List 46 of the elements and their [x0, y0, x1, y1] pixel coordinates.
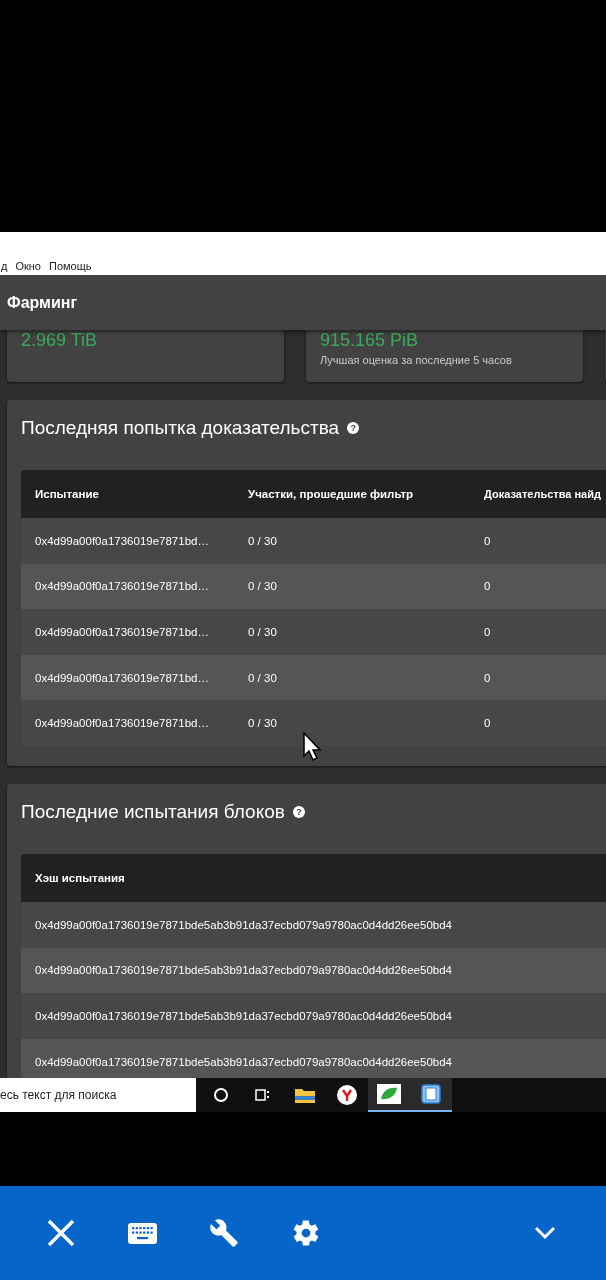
help-icon[interactable]: ?	[292, 805, 305, 818]
leaf-icon[interactable]	[377, 1084, 401, 1104]
table-cell-text: 0	[483, 717, 491, 730]
table-cell-text: 0x4d99a00f0a1736019e7871bde5ab3b91da37ecbd079a9780ac0d4dd26ee50bd4	[34, 964, 452, 977]
menu-item[interactable]: Помощь	[49, 260, 92, 272]
close-icon[interactable]	[46, 1218, 76, 1248]
page-title: Фарминг	[7, 293, 78, 312]
panel-title: Последняя попытка доказательства	[21, 417, 340, 439]
table-cell-text: 0x4d99a00f0a1736019e7871bd…	[34, 671, 210, 684]
column-header: Хэш испытания	[34, 871, 125, 884]
panel-title: Последние испытания блоков	[21, 800, 285, 823]
menu-item[interactable]: д	[1, 260, 8, 272]
table-cell-text: 0 / 30	[247, 671, 278, 684]
wrench-icon[interactable]	[209, 1218, 239, 1248]
table-cell-text: 0x4d99a00f0a1736019e7871bde5ab3b91da37ecbd079a9780ac0d4dd26ee50bd4	[34, 1009, 452, 1022]
table-cell-text: 0 / 30	[247, 626, 278, 638]
table-cell-text: 0 / 30	[247, 534, 278, 547]
mouse-pointer-icon	[303, 732, 323, 762]
task-view-icon[interactable]	[255, 1088, 271, 1102]
table-cell-text: 0x4d99a00f0a1736019e7871bd…	[34, 534, 210, 547]
table-cell-text: 0x4d99a00f0a1736019e7871bd…	[34, 717, 210, 730]
stat-value: 2.969 TiB	[21, 330, 99, 350]
table-cell-text: 0x4d99a00f0a1736019e7871bd…	[34, 580, 210, 593]
keyboard-icon[interactable]	[128, 1222, 157, 1244]
chevron-down-icon[interactable]	[534, 1226, 556, 1240]
help-icon[interactable]: ?	[347, 422, 360, 434]
stat-caption: Лучшая оценка за последние 5 часов	[320, 354, 513, 366]
settings-icon[interactable]	[291, 1218, 321, 1248]
column-header: Доказательства найд	[483, 488, 601, 500]
table-cell-text: 0x4d99a00f0a1736019e7871bde5ab3b91da37ecbd079a9780ac0d4dd26ee50bd4	[34, 1055, 452, 1068]
menu-item[interactable]: Окно	[15, 260, 41, 272]
table-cell-text: 0x4d99a00f0a1736019e7871bd…	[34, 626, 210, 638]
table-cell-text: 0 / 30	[247, 580, 278, 593]
table-cell-text: 0	[483, 671, 491, 684]
table-cell-text: 0	[483, 580, 491, 593]
column-header: Участки, прошедшие фильтр	[247, 488, 415, 500]
table-cell-text: 0	[483, 534, 491, 547]
circle-icon[interactable]	[213, 1087, 229, 1103]
folder-icon[interactable]	[295, 1087, 315, 1103]
table-cell-text: 0	[483, 626, 491, 638]
browser-icon[interactable]	[337, 1085, 357, 1105]
table-cell-text: 0 / 30	[247, 717, 278, 730]
column-header: Испытание	[34, 488, 100, 500]
taskbar-search-field[interactable]: есь текст для поиска	[0, 1078, 196, 1112]
stat-value: 915.165 PiB	[320, 330, 420, 350]
table-cell-text: 0x4d99a00f0a1736019e7871bde5ab3b91da37ecbd079a9780ac0d4dd26ee50bd4	[34, 918, 452, 931]
